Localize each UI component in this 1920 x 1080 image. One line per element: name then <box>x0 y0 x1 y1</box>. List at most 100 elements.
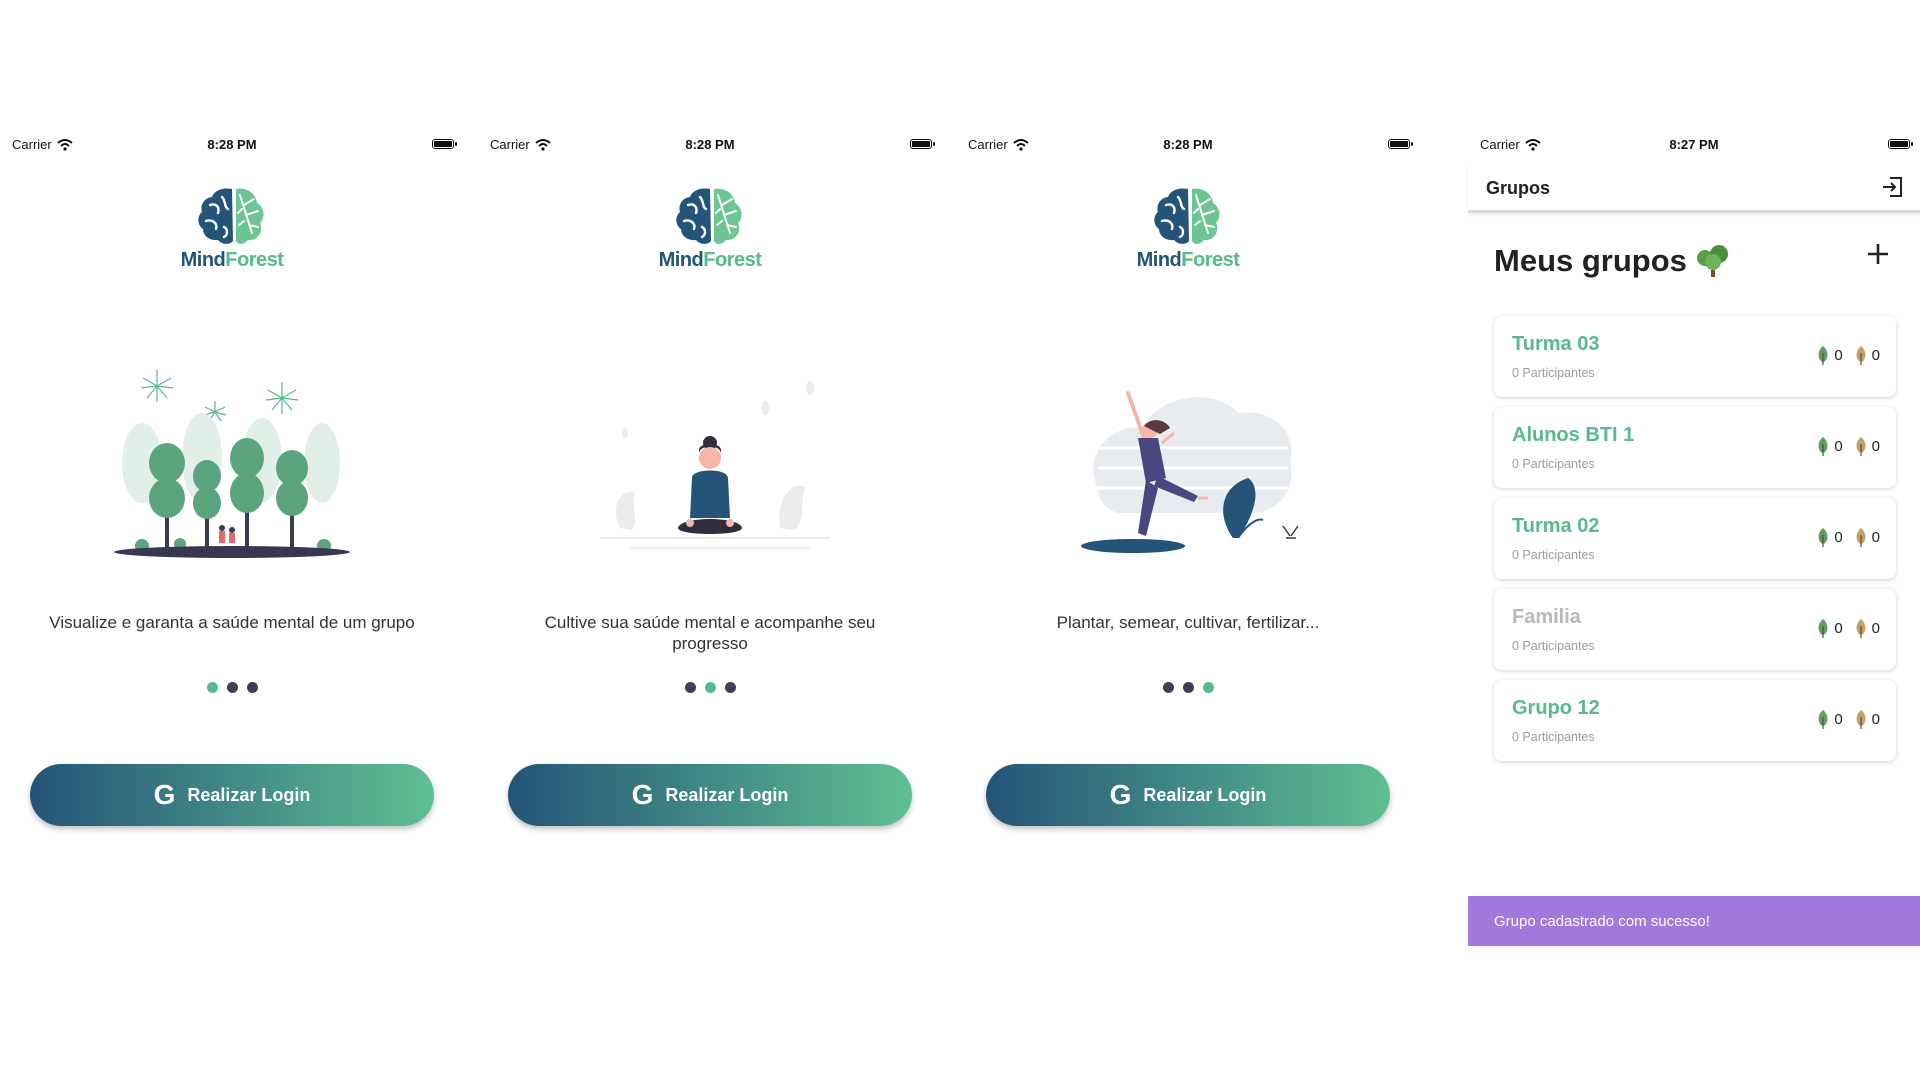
groups-screen: Carrier 8:27 PM Grupos Meus grupos Turma… <box>1468 128 1920 958</box>
status-time: 8:28 PM <box>207 137 257 152</box>
battery-icon <box>432 139 457 149</box>
dry-tree-icon <box>1855 527 1866 548</box>
google-login-button[interactable]: G Realizar Login <box>986 764 1390 826</box>
page-indicator[interactable] <box>0 682 464 693</box>
logo-mind-text: Mind <box>1136 249 1182 271</box>
group-participants: 0 Participantes <box>1512 548 1595 562</box>
logo-mind-text: Mind <box>180 249 226 271</box>
dry-count: 0 <box>1871 347 1880 364</box>
healthy-count: 0 <box>1834 529 1843 546</box>
page-dot[interactable] <box>1182 682 1194 693</box>
healthy-count: 0 <box>1834 620 1843 637</box>
group-participants: 0 Participantes <box>1512 457 1595 471</box>
dancing-woman-illustration <box>956 368 1420 568</box>
status-time: 8:27 PM <box>1669 137 1719 152</box>
page-indicator[interactable] <box>478 682 942 693</box>
group-card[interactable]: Turma 02 0 Participantes 0 0 <box>1494 498 1896 579</box>
group-participants: 0 Participantes <box>1512 639 1595 653</box>
status-bar: Carrier 8:28 PM <box>956 132 1420 156</box>
dry-count: 0 <box>1871 529 1880 546</box>
page-dot[interactable] <box>246 682 258 693</box>
onboarding-screen-1: Carrier 8:28 PM MindForest Visualize e g… <box>0 128 464 958</box>
dry-tree-icon <box>1855 709 1866 730</box>
login-button-label: Realizar Login <box>665 784 789 805</box>
dry-tree-icon <box>1855 436 1866 457</box>
green-tree-icon <box>1818 436 1829 457</box>
healthy-count: 0 <box>1834 711 1843 728</box>
login-button-label: Realizar Login <box>187 784 311 805</box>
healthy-count: 0 <box>1834 438 1843 455</box>
onboarding-screen-3: Carrier 8:28 PM MindForest Plantar, seme… <box>956 128 1420 958</box>
app-bar: Grupos <box>1468 164 1920 213</box>
page-dot[interactable] <box>226 682 238 693</box>
page-indicator[interactable] <box>956 682 1420 693</box>
page-dot[interactable] <box>1162 682 1174 693</box>
dry-count: 0 <box>1871 438 1880 455</box>
snackbar: Grupo cadastrado com sucesso! <box>1468 896 1920 946</box>
dry-count: 0 <box>1871 711 1880 728</box>
brain-leaf-icon <box>1153 187 1221 246</box>
group-card[interactable]: Alunos BTI 1 0 Participantes 0 0 <box>1494 407 1896 488</box>
trees-fireworks-illustration <box>0 368 464 568</box>
status-bar: Carrier 8:27 PM <box>1468 132 1920 156</box>
appbar-title: Grupos <box>1486 178 1551 198</box>
green-tree-icon <box>1818 345 1829 366</box>
logo-forest-text: Forest <box>1181 249 1240 271</box>
page-title: Meus grupos <box>1494 243 1731 279</box>
snackbar-message: Grupo cadastrado com sucesso! <box>1494 912 1710 930</box>
logo-forest-text: Forest <box>225 249 284 271</box>
battery-icon <box>1388 139 1413 149</box>
dry-tree-icon <box>1855 345 1866 366</box>
page-dot[interactable] <box>206 682 218 693</box>
brain-leaf-icon <box>675 187 743 246</box>
onboarding-screen-2: Carrier 8:28 PM MindForest Cultive sua s… <box>478 128 942 958</box>
status-time: 8:28 PM <box>1163 137 1213 152</box>
onboarding-caption: Cultive sua saúde mental e acompanhe seu… <box>544 613 876 653</box>
page-title-text: Meus grupos <box>1494 243 1687 278</box>
tree-counts: 0 0 <box>1817 436 1880 457</box>
status-bar: Carrier 8:28 PM <box>478 132 942 156</box>
dry-count: 0 <box>1871 620 1880 637</box>
plus-icon[interactable] <box>1864 240 1892 268</box>
brain-leaf-icon <box>197 187 265 246</box>
group-participants: 0 Participantes <box>1512 730 1595 744</box>
group-name: Turma 03 <box>1512 333 1600 355</box>
group-participants: 0 Participantes <box>1512 366 1595 380</box>
meditation-illustration <box>478 368 942 568</box>
group-name: Grupo 12 <box>1512 697 1600 719</box>
dry-tree-icon <box>1855 618 1866 639</box>
group-name: Familia <box>1512 606 1581 628</box>
onboarding-caption: Plantar, semear, cultivar, fertilizar... <box>1056 613 1320 632</box>
app-logo: MindForest <box>478 183 942 272</box>
logo-mind-text: Mind <box>658 249 704 271</box>
app-logo: MindForest <box>956 183 1420 272</box>
tree-counts: 0 0 <box>1817 527 1880 548</box>
google-login-button[interactable]: G Realizar Login <box>30 764 434 826</box>
group-list: Turma 03 0 Participantes 0 0 Alunos BTI … <box>1494 316 1896 771</box>
page-dot[interactable] <box>704 682 716 693</box>
group-card[interactable]: Turma 03 0 Participantes 0 0 <box>1494 316 1896 397</box>
green-tree-icon <box>1818 527 1829 548</box>
onboarding-caption: Visualize e garanta a saúde mental de um… <box>49 613 415 632</box>
group-card[interactable]: Grupo 12 0 Participantes 0 0 <box>1494 680 1896 761</box>
tree-counts: 0 0 <box>1817 345 1880 366</box>
google-icon: G <box>153 779 176 810</box>
page-dot[interactable] <box>1202 682 1214 693</box>
green-tree-icon <box>1818 709 1829 730</box>
exit-icon[interactable] <box>1880 174 1906 200</box>
page-dot[interactable] <box>724 682 736 693</box>
logo-forest-text: Forest <box>703 249 762 271</box>
google-login-button[interactable]: G Realizar Login <box>508 764 912 826</box>
google-icon: G <box>1109 779 1132 810</box>
tree-icon <box>1696 245 1728 277</box>
google-icon: G <box>631 779 654 810</box>
tree-counts: 0 0 <box>1817 709 1880 730</box>
login-button-label: Realizar Login <box>1143 784 1267 805</box>
battery-icon <box>910 139 935 149</box>
status-time: 8:28 PM <box>685 137 735 152</box>
group-card[interactable]: Familia 0 Participantes 0 0 <box>1494 589 1896 670</box>
tree-counts: 0 0 <box>1817 618 1880 639</box>
page-dot[interactable] <box>684 682 696 693</box>
group-name: Alunos BTI 1 <box>1512 424 1635 446</box>
group-name: Turma 02 <box>1512 515 1600 537</box>
